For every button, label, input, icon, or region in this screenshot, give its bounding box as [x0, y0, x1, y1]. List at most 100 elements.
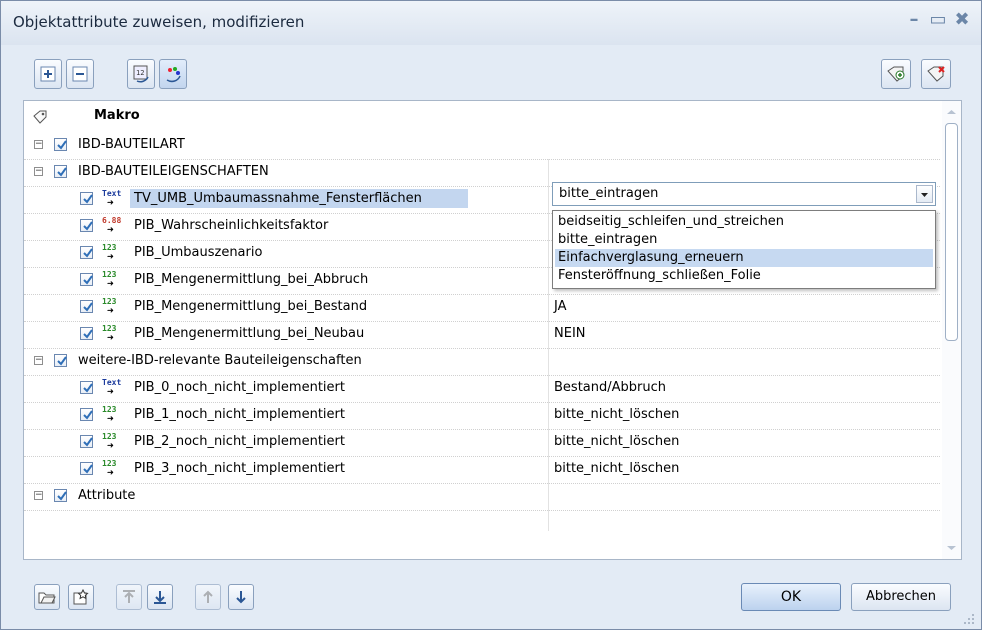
group-row[interactable]: − weitere-IBD-relevante Bauteileigenscha… — [24, 348, 940, 376]
tag-remove-icon — [927, 66, 945, 82]
collapse-toggle[interactable]: − — [34, 167, 43, 176]
checkbox[interactable] — [80, 300, 93, 313]
color-palette-button[interactable] — [159, 59, 187, 89]
save-favorite-button[interactable] — [68, 584, 94, 610]
check-icon — [57, 356, 67, 366]
attribute-row[interactable]: 123 ➜ PIB_Mengenermittlung_bei_Bestand JA — [24, 294, 940, 322]
cancel-button[interactable]: Abbrechen — [851, 583, 951, 611]
move-bottom-icon — [154, 591, 166, 604]
add-attribute-button[interactable] — [881, 59, 911, 89]
resize-grip-icon[interactable] — [963, 613, 975, 625]
macro-header: Makro — [94, 108, 140, 123]
attribute-name: PIB_1_noch_nicht_implementiert — [134, 407, 345, 422]
move-top-icon — [123, 590, 135, 603]
dropdown-list[interactable]: beidseitig_schleifen_und_streichen bitte… — [552, 210, 936, 289]
checkbox[interactable] — [80, 435, 93, 448]
favorite-icon — [73, 589, 89, 605]
number-type-icon: 123 ➜ — [102, 297, 117, 317]
group-row[interactable]: − Attribute — [24, 483, 940, 511]
checkbox[interactable] — [54, 165, 67, 178]
ok-button[interactable]: OK — [741, 583, 841, 611]
attribute-value[interactable]: bitte_nicht_löschen — [554, 407, 679, 422]
check-icon — [57, 140, 67, 150]
minimize-button[interactable]: – — [903, 9, 925, 31]
arrow-up-icon — [203, 590, 213, 603]
check-icon — [83, 221, 93, 231]
attribute-value[interactable]: bitte_nicht_löschen — [554, 434, 679, 449]
checkbox[interactable] — [80, 273, 93, 286]
group-label: Attribute — [78, 488, 136, 503]
group-label: IBD-BAUTEILART — [78, 137, 185, 152]
attribute-row[interactable]: 123 ➜ PIB_Mengenermittlung_bei_Neubau NEI… — [24, 321, 940, 349]
value-combobox[interactable]: bitte_eintragen — [552, 182, 936, 206]
collapse-toggle[interactable]: − — [34, 491, 43, 500]
checkbox[interactable] — [80, 462, 93, 475]
scroll-up-icon[interactable] — [947, 109, 956, 115]
close-button[interactable]: ✖ — [951, 9, 973, 31]
text-type-icon: Text ➜ — [102, 378, 122, 398]
expand-all-button[interactable] — [34, 59, 62, 89]
attribute-name: PIB_Umbauszenario — [134, 245, 263, 260]
title-bar[interactable]: Objektattribute zuweisen, modifizieren –… — [1, 1, 981, 45]
attribute-value[interactable]: JA — [554, 299, 567, 314]
palette-icon — [166, 67, 181, 83]
checkbox[interactable] — [80, 327, 93, 340]
checkbox[interactable] — [54, 138, 67, 151]
attribute-value[interactable]: bitte_nicht_löschen — [554, 461, 679, 476]
scroll-down-icon[interactable] — [947, 545, 956, 551]
plus-icon — [40, 66, 56, 82]
check-icon — [57, 491, 67, 501]
attribute-name: PIB_0_noch_nicht_implementiert — [134, 380, 345, 395]
checkbox[interactable] — [80, 219, 93, 232]
numbered-list-button[interactable]: 12 — [127, 59, 155, 89]
svg-text:12: 12 — [136, 69, 144, 77]
attribute-value[interactable]: Bestand/Abbruch — [554, 380, 666, 395]
attribute-tree[interactable]: Makro − IBD-BAUTEILART − IBD-BAUTEILEIGE… — [23, 100, 962, 560]
number-type-icon: 123 ➜ — [102, 270, 117, 290]
group-row[interactable]: − IBD-BAUTEILART — [24, 132, 940, 160]
dropdown-option[interactable]: bitte_eintragen — [555, 231, 933, 249]
attribute-name: PIB_Wahrscheinlichkeitsfaktor — [134, 218, 329, 233]
attribute-row[interactable]: Text ➜ PIB_0_noch_nicht_implementiert Bes… — [24, 375, 940, 403]
collapse-all-button[interactable] — [66, 59, 94, 89]
vertical-scrollbar[interactable] — [942, 101, 961, 559]
attribute-row[interactable]: 123 ➜ PIB_2_noch_nicht_implementiert bitt… — [24, 429, 940, 457]
attribute-value[interactable]: NEIN — [554, 326, 586, 341]
check-icon — [83, 383, 93, 393]
attribute-row[interactable]: 123 ➜ PIB_1_noch_nicht_implementiert bitt… — [24, 402, 940, 430]
open-folder-button[interactable] — [34, 584, 60, 610]
folder-open-icon — [38, 592, 56, 604]
checkbox[interactable] — [80, 246, 93, 259]
attribute-row[interactable]: 123 ➜ PIB_3_noch_nicht_implementiert bitt… — [24, 456, 940, 484]
collapse-toggle[interactable]: − — [34, 356, 43, 365]
scrollbar-thumb[interactable] — [945, 123, 958, 341]
attribute-name: PIB_2_noch_nicht_implementiert — [134, 434, 345, 449]
move-down-button[interactable] — [228, 584, 254, 610]
dropdown-button[interactable] — [916, 185, 933, 203]
checkbox[interactable] — [80, 381, 93, 394]
dropdown-option-highlighted[interactable]: Einfachverglasung_erneuern — [555, 249, 933, 267]
attribute-name-selected: TV_UMB_Umbaumassnahme_Fensterflächen — [130, 189, 468, 208]
chevron-down-icon — [921, 193, 928, 197]
move-up-button[interactable] — [195, 584, 221, 610]
move-to-top-button[interactable] — [116, 584, 142, 610]
attribute-name: PIB_Mengenermittlung_bei_Neubau — [134, 326, 365, 341]
remove-attribute-button[interactable] — [921, 59, 951, 89]
checkbox[interactable] — [54, 489, 67, 502]
dropdown-option[interactable]: Fensteröffnung_schließen_Folie — [555, 267, 933, 285]
text-type-icon: Text ➜ — [102, 189, 122, 209]
tag-icon — [33, 110, 47, 124]
collapse-toggle[interactable]: − — [34, 140, 43, 149]
maximize-button[interactable]: ▭ — [927, 9, 949, 31]
check-icon — [83, 194, 93, 204]
number-type-icon: 123 ➜ — [102, 432, 117, 452]
group-label: weitere-IBD-relevante Bauteileigenschaft… — [78, 353, 362, 368]
dropdown-option[interactable]: beidseitig_schleifen_und_streichen — [555, 213, 933, 231]
checkbox[interactable] — [80, 192, 93, 205]
decimal-type-icon: 6.88 ➜ — [102, 216, 122, 236]
check-icon — [83, 275, 93, 285]
checkbox[interactable] — [80, 408, 93, 421]
checkbox[interactable] — [54, 354, 67, 367]
number-type-icon: 123 ➜ — [102, 243, 117, 263]
move-to-bottom-button[interactable] — [147, 584, 173, 610]
